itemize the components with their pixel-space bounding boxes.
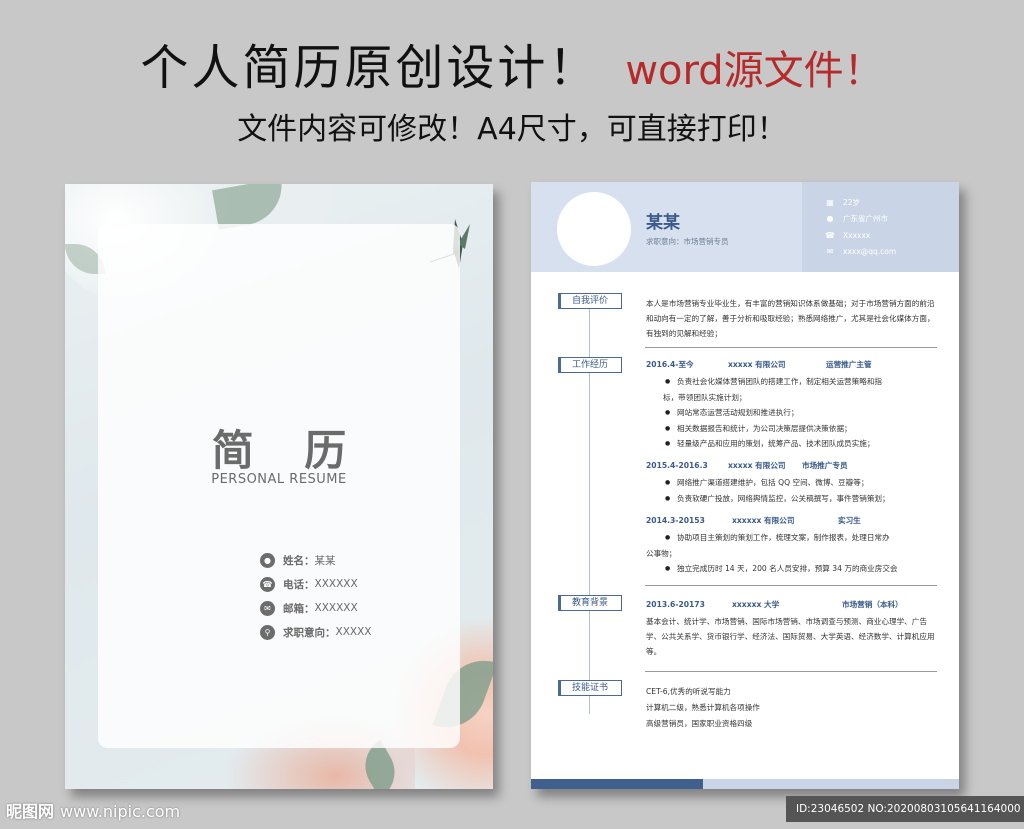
cover-page: 简 历 PERSONAL RESUME ● 姓名： 某某 ☎ 电话： XXXXX… xyxy=(65,184,493,789)
info-label: 邮箱： xyxy=(283,602,315,615)
headline-accent: word源文件！ xyxy=(625,48,884,94)
phone-icon: ☎ xyxy=(825,230,835,240)
cover-info-email: ✉ 邮箱： XXXXXX xyxy=(260,596,371,620)
list-item: 负责软硬广投放，网络舆情监控，公关稿撰写，事件营销策划； xyxy=(659,491,939,507)
job-duties: 协助项目主策划的策划工作，梳理文案，制作报表，处理日常办 公事物； 独立完成历时… xyxy=(646,530,939,577)
list-item: 公事物； xyxy=(646,548,677,558)
info-label: 姓名： xyxy=(283,554,315,567)
divider xyxy=(645,671,937,672)
job-duties: 负责社会化媒体营销团队的搭建工作，制定相关运营策略和指 标，带领团队实施计划； … xyxy=(659,374,939,452)
info-value: XXXXX xyxy=(335,626,372,638)
job-date: 2016.4-至今 xyxy=(646,360,694,369)
info-value: XXXXXX xyxy=(314,602,358,614)
resume-name: 某某 xyxy=(646,213,680,233)
search-icon: ⚲ xyxy=(260,624,275,640)
cover-info-intention: ⚲ 求职意向： XXXXX xyxy=(260,620,371,644)
list-item: 标，带领团队实施计划； xyxy=(663,392,747,402)
headline-sub: 文件内容可修改！A4尺寸，可直接打印！ xyxy=(237,112,787,147)
job-date: 2014.3-20153 xyxy=(646,516,705,525)
cover-info-phone: ☎ 电话： XXXXXX xyxy=(260,572,371,596)
cover-title: 简 历 xyxy=(211,426,365,475)
cover-info-name: ● 姓名： 某某 xyxy=(260,548,371,572)
info-value: 某某 xyxy=(314,554,336,567)
list-item: 协助项目主策划的策划工作，梳理文案，制作报表，处理日常办 xyxy=(659,530,939,546)
contact-text: 广东省广州市 xyxy=(843,214,888,224)
job-header: 2016.4-至今 xxxxx 有限公司 运营推广主管 xyxy=(646,359,872,370)
contact-text: 22岁 xyxy=(843,197,861,207)
divider xyxy=(645,347,937,348)
resume-page: 某某 求职意向：市场营销专员 ▦ 22岁 ● 广东省广州市 ☎ Xxxxxx ✉ xxx… xyxy=(531,182,959,789)
resume-contacts: ▦ 22岁 ● 广东省广州市 ☎ Xxxxxx ✉ xxxx@qq.com xyxy=(825,194,896,260)
contact-location: ● 广东省广州市 xyxy=(825,211,896,228)
info-value: XXXXXX xyxy=(314,578,358,590)
calendar-icon: ▦ xyxy=(826,197,834,207)
divider xyxy=(645,585,937,586)
contact-age: ▦ 22岁 xyxy=(825,194,896,211)
watermark-site: 昵图网 www.nipic.com xyxy=(6,798,180,822)
watermark-url: www.nipic.com xyxy=(60,802,181,821)
list-item: 独立完成历时 14 天，200 名人员安排，预算 34 万的商业房交会 xyxy=(659,561,939,577)
list-item: 负责社会化媒体营销团队的搭建工作，制定相关运营策略和指 xyxy=(659,374,939,390)
job-company: xxxxxx 有限公司 xyxy=(732,516,795,525)
phone-icon: ☎ xyxy=(260,576,275,592)
section-label-self: 自我评价 xyxy=(558,293,622,309)
location-icon: ● xyxy=(826,214,834,224)
footer-bar xyxy=(703,779,959,789)
list-item: CET-6,优秀的听说写能力 xyxy=(646,687,731,696)
user-icon: ● xyxy=(260,552,275,568)
list-item: 相关数据报告和统计，为公司决策层提供决策依据； xyxy=(659,421,939,437)
education-major: 市场营销（本科） xyxy=(842,600,903,609)
section-label-work: 工作经历 xyxy=(558,357,622,373)
section-label-education: 教育背景 xyxy=(558,595,622,611)
education-school: xxxxxx 大学 xyxy=(732,600,780,609)
headline: 个人简历原创设计！ word源文件！ xyxy=(0,28,1024,98)
headline-main: 个人简历原创设计！ xyxy=(140,40,600,96)
info-label: 电话： xyxy=(283,578,315,591)
cover-subtitle: PERSONAL RESUME xyxy=(211,472,347,487)
list-item: 高级营销员，国家职业资格四级 xyxy=(646,719,753,728)
contact-phone: ☎ Xxxxxx xyxy=(825,227,896,244)
list-item: 轻量级产品和应用的策划，统筹产品、技术团队成员实施； xyxy=(659,436,939,452)
cover-panel: 简 历 PERSONAL RESUME ● 姓名： 某某 ☎ 电话： XXXXX… xyxy=(98,224,460,748)
job-header: 2015.4-2016.3 xxxxx 有限公司 市场推广专员 xyxy=(646,460,848,471)
education-date: 2013.6-20173 xyxy=(646,600,705,609)
avatar xyxy=(557,192,631,266)
contact-text: xxxx@qq.com xyxy=(843,247,897,257)
job-duties: 网络推广渠道搭建维护，包括 QQ 空间、微博、豆瓣等； 负责软硬广投放，网络舆情… xyxy=(659,475,939,506)
job-role: 实习生 xyxy=(838,516,861,525)
contact-text: Xxxxxx xyxy=(843,230,871,240)
list-item: 计算机二级，熟悉计算机各项操作 xyxy=(646,703,760,712)
job-company: xxxxx 有限公司 xyxy=(728,360,786,369)
footer-bar xyxy=(531,779,703,789)
self-evaluation-text: 本人是市场营销专业毕业生，有丰富的营销知识体系做基础；对于市场营销方面的前沿和动… xyxy=(646,299,935,338)
contact-email: ✉ xxxx@qq.com xyxy=(825,244,897,261)
mail-icon: ✉ xyxy=(260,600,275,616)
resume-intention: 求职意向：市场营销专员 xyxy=(646,237,729,246)
cover-info-list: ● 姓名： 某某 ☎ 电话： XXXXXX ✉ 邮箱： XXXXXX ⚲ 求职意… xyxy=(260,548,371,644)
job-date: 2015.4-2016.3 xyxy=(646,461,708,470)
education-header: 2013.6-20173 xxxxxx 大学 市场营销（本科） xyxy=(646,599,903,610)
section-label-certificates: 技能证书 xyxy=(558,680,622,696)
info-label: 求职意向： xyxy=(283,626,336,639)
job-header: 2014.3-20153 xxxxxx 有限公司 实习生 xyxy=(646,515,861,526)
watermark-site-name: 昵图网 xyxy=(6,802,55,821)
certificate-list: CET-6,优秀的听说写能力 计算机二级，熟悉计算机各项操作 高级营销员，国家职… xyxy=(646,684,938,732)
education-text: 基本会计、统计学、市场营销、国际市场营销、市场调查与预测、商业心理学、广告学、公… xyxy=(646,617,935,656)
list-item: 网站常态运营活动规划和推进执行； xyxy=(659,405,939,421)
watermark-id: ID:23046502 NO:20200803105641164000 xyxy=(786,796,1024,822)
list-item: 网络推广渠道搭建维护，包括 QQ 空间、微博、豆瓣等； xyxy=(659,475,939,491)
mail-icon: ✉ xyxy=(826,247,834,257)
job-role: 市场推广专员 xyxy=(802,461,848,470)
job-company: xxxxx 有限公司 xyxy=(728,461,786,470)
job-role: 运营推广主管 xyxy=(826,360,872,369)
